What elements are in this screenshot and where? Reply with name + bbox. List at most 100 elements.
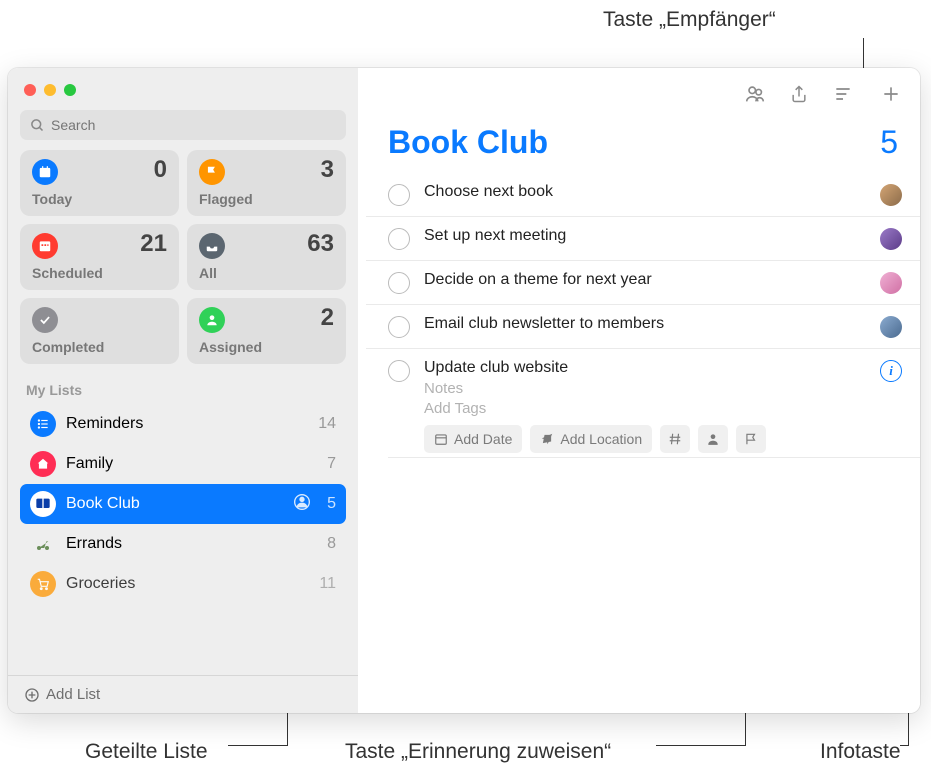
plus-circle-icon [24,687,40,703]
section-my-lists: My Lists [20,378,346,404]
reminder-row[interactable]: Choose next book [366,173,920,217]
add-location-button[interactable]: Add Location [530,425,652,453]
smart-all[interactable]: 63 All [187,224,346,290]
smart-label: Scheduled [32,265,167,281]
scooter-icon [30,531,56,557]
callout-assign: Taste „Erinnerung zuweisen“ [345,740,611,764]
list-reminders[interactable]: Reminders 14 [20,404,346,444]
toolbar [358,68,920,114]
smart-scheduled[interactable]: 21 Scheduled [20,224,179,290]
list-title: Book Club [388,124,548,161]
reminder-checkbox[interactable] [388,184,410,206]
smart-label: Flagged [199,191,334,207]
add-list-button[interactable]: Add List [8,675,358,713]
tray-icon [199,233,225,259]
assign-button[interactable] [698,425,728,453]
reminder-title[interactable]: Update club website [424,359,872,377]
location-icon [540,432,554,446]
notes-placeholder[interactable]: Notes [424,380,872,397]
hash-icon [668,432,682,446]
calendar-icon [434,432,448,446]
list-groceries[interactable]: Groceries 11 [20,564,346,604]
reminder-row[interactable]: Decide on a theme for next year [366,261,920,305]
list-family[interactable]: Family 7 [20,444,346,484]
list-name: Groceries [66,575,318,593]
share-button[interactable] [788,83,810,105]
search-input[interactable] [20,110,346,140]
assignee-avatar[interactable] [880,228,902,250]
reminder-title: Email club newsletter to members [424,315,872,333]
book-icon [30,491,56,517]
reminder-row-selected[interactable]: Update club website Notes Add Tags Add D… [366,349,920,457]
list-name: Book Club [66,495,294,513]
reminder-checkbox[interactable] [388,272,410,294]
smart-count: 63 [307,230,334,258]
smart-count: 0 [154,156,167,184]
close-icon[interactable] [24,84,36,96]
home-icon [30,451,56,477]
zoom-icon[interactable] [64,84,76,96]
callout-shared-list: Geteilte Liste [85,740,208,764]
list-icon [30,411,56,437]
smart-count: 21 [140,230,167,258]
smart-today[interactable]: 0 Today [20,150,179,216]
tags-placeholder[interactable]: Add Tags [424,400,872,417]
reminder-row[interactable]: Email club newsletter to members [366,305,920,349]
smart-completed[interactable]: Completed [20,298,179,364]
list-count: 7 [318,455,336,473]
list-rows: Reminders 14 Family 7 Book Club 5 Errand… [20,404,346,675]
list-name: Errands [66,535,318,553]
smart-flagged[interactable]: 3 Flagged [187,150,346,216]
reminder-checkbox[interactable] [388,316,410,338]
list-count: 8 [318,535,336,553]
new-reminder-button[interactable] [880,83,902,105]
callout-line [656,745,745,746]
smart-label: Completed [32,339,167,355]
reminder-checkbox[interactable] [388,360,410,382]
assignee-avatar[interactable] [880,316,902,338]
person-icon [706,432,720,446]
quick-actions: Add Date Add Location [424,425,872,453]
flag-icon [744,432,758,446]
check-icon [32,307,58,333]
person-icon [199,307,225,333]
add-tag-button[interactable] [660,425,690,453]
view-options-button[interactable] [832,83,854,105]
collaborate-button[interactable] [744,83,766,105]
reminder-title: Set up next meeting [424,227,872,245]
reminder-title: Decide on a theme for next year [424,271,872,289]
window-controls [20,78,346,110]
callout-recipient: Taste „Empfänger“ [603,8,776,32]
add-list-label: Add List [46,686,100,703]
smart-lists-grid: 0 Today 3 Flagged 21 Scheduled 63 All [20,150,346,364]
list-name: Reminders [66,415,318,433]
list-header: Book Club 5 [358,114,920,173]
smart-label: All [199,265,334,281]
reminder-row[interactable]: Set up next meeting [366,217,920,261]
callout-line [228,745,287,746]
minimize-icon[interactable] [44,84,56,96]
assignee-avatar[interactable] [880,184,902,206]
main-panel: Book Club 5 Choose next book Set up next… [358,68,920,713]
cart-icon [30,571,56,597]
list-errands[interactable]: Errands 8 [20,524,346,564]
reminder-title: Choose next book [424,183,872,201]
list-count: 5 [880,124,898,161]
add-date-button[interactable]: Add Date [424,425,522,453]
sidebar: 0 Today 3 Flagged 21 Scheduled 63 All [8,68,358,713]
reminder-checkbox[interactable] [388,228,410,250]
list-count: 5 [318,495,336,513]
list-count: 11 [318,575,336,593]
smart-label: Today [32,191,167,207]
list-book-club[interactable]: Book Club 5 [20,484,346,524]
smart-count: 2 [321,304,334,332]
info-button[interactable]: i [880,360,902,382]
app-window: 0 Today 3 Flagged 21 Scheduled 63 All [8,68,920,713]
shared-icon [294,494,310,515]
add-location-label: Add Location [560,431,642,447]
smart-assigned[interactable]: 2 Assigned [187,298,346,364]
flag-button[interactable] [736,425,766,453]
calendar-icon [32,159,58,185]
search-field[interactable] [51,117,336,133]
assignee-avatar[interactable] [880,272,902,294]
